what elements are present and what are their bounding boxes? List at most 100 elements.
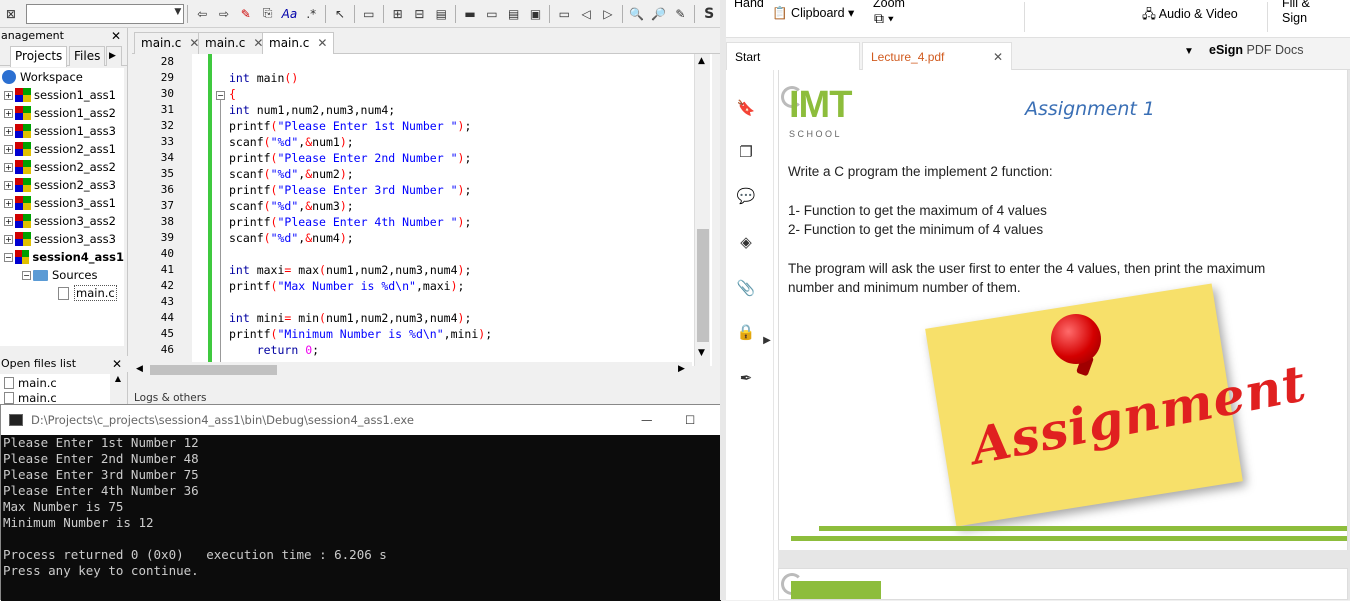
line4-icon[interactable]: ▣: [526, 4, 546, 24]
expand-toggle-icon[interactable]: +: [4, 90, 13, 100]
code-line: return 0;: [256, 343, 320, 357]
tree-sources[interactable]: − Sources: [0, 266, 124, 284]
scroll-left-icon[interactable]: ◀: [136, 364, 143, 374]
code-editor[interactable]: 28 29 30 31 32 33 34 35 36 37 38 39 40 41 42 43 44 45 46 −…: [132, 54, 712, 366]
esign-label[interactable]: eSign PDF Docs: [1209, 43, 1303, 57]
maximize-button[interactable]: ☐: [685, 405, 695, 435]
scroll-down-icon[interactable]: ▼: [698, 348, 705, 358]
expand-toggle-icon[interactable]: +: [4, 216, 13, 226]
minimize-button[interactable]: —: [641, 405, 653, 435]
editor-vertical-scrollbar[interactable]: ▲ ▼: [694, 54, 710, 366]
replace-icon[interactable]: ⎘: [258, 4, 278, 24]
tree-project[interactable]: + session3_ass2: [0, 212, 124, 230]
tree-project[interactable]: + session2_ass3: [0, 176, 124, 194]
scroll-up-icon[interactable]: ▲: [698, 56, 705, 66]
bookmark-icon[interactable]: ▭: [554, 4, 574, 24]
attachment-icon[interactable]: 📎: [736, 278, 756, 298]
expand-toggle-icon[interactable]: +: [4, 234, 13, 244]
tab-scroll-right-icon[interactable]: ▶: [106, 46, 122, 66]
close-icon[interactable]: ✕: [112, 356, 122, 372]
line2-icon[interactable]: ▭: [482, 4, 502, 24]
line-number: 29: [160, 71, 174, 84]
edit-icon[interactable]: ✎: [670, 4, 690, 24]
expand-toggle-icon[interactable]: +: [4, 108, 13, 118]
font-icon[interactable]: Aa: [280, 4, 300, 24]
lock-icon[interactable]: 🔒: [736, 322, 756, 342]
tab-projects[interactable]: Projects: [10, 46, 68, 67]
editor-horizontal-scrollbar[interactable]: ◀ ▶: [132, 362, 692, 378]
zoom-out-icon[interactable]: 🔎: [649, 4, 669, 24]
editor-tab[interactable]: main.c ✕: [198, 32, 271, 54]
close-icon[interactable]: ✕: [993, 43, 1003, 71]
project-icon: [15, 196, 31, 210]
open-files-scrollbar[interactable]: ▲: [111, 374, 125, 404]
sign-tool-icon[interactable]: ✒: [736, 368, 756, 388]
open-file-item[interactable]: main.c: [0, 392, 110, 404]
tab-lecture-pdf[interactable]: Lecture_4.pdf ✕: [862, 42, 1012, 70]
audio-video-button[interactable]: 🖧 Audio & Video: [1142, 5, 1238, 26]
back-icon[interactable]: ⇦: [192, 4, 212, 24]
tree-project[interactable]: + session1_ass1: [0, 86, 124, 104]
line3-icon[interactable]: ▤: [504, 4, 524, 24]
chevron-down-icon[interactable]: ▼: [174, 7, 181, 17]
file-icon: [58, 286, 69, 300]
tree-project[interactable]: + session3_ass3: [0, 230, 124, 248]
tree-project[interactable]: − session4_ass1: [0, 248, 124, 266]
next-bookmark-icon[interactable]: ▷: [598, 4, 618, 24]
tree-file[interactable]: main.c: [0, 284, 124, 302]
expand-toggle-icon[interactable]: +: [4, 126, 13, 136]
fill-sign-button[interactable]: Fill & Sign: [1282, 0, 1310, 26]
layers-icon[interactable]: ◈: [736, 232, 756, 252]
block-icon[interactable]: ▭: [359, 4, 379, 24]
scrollbar-thumb[interactable]: [150, 365, 277, 375]
jump-icon[interactable]: ⊠: [1, 4, 21, 24]
expand-toggle-icon[interactable]: +: [4, 162, 13, 172]
editor-tab-active[interactable]: main.c ✕: [262, 32, 335, 54]
page-fit-icon[interactable]: ⧉ ▾: [874, 10, 894, 27]
console-window[interactable]: D:\Projects\c_projects\session4_ass1\bin…: [0, 404, 722, 601]
clipboard-button[interactable]: 📋 Clipboard ▾: [772, 5, 854, 21]
bold-s-icon[interactable]: S: [699, 4, 719, 24]
tab-start[interactable]: Start: [726, 42, 860, 70]
select-cursor-icon[interactable]: ↖: [330, 4, 350, 24]
file-label: main.c: [74, 285, 117, 301]
close-icon[interactable]: ✕: [111, 28, 121, 44]
tree-project[interactable]: + session1_ass3: [0, 122, 124, 140]
highlight-icon[interactable]: ✎: [236, 4, 256, 24]
tree-project[interactable]: + session2_ass1: [0, 140, 124, 158]
prev-bookmark-icon[interactable]: ◁: [576, 4, 596, 24]
grid2-icon[interactable]: ⊟: [410, 4, 430, 24]
regex-icon[interactable]: .*: [301, 4, 321, 24]
grid-icon[interactable]: ⊞: [388, 4, 408, 24]
tab-files[interactable]: Files: [69, 46, 106, 66]
expand-rail-icon[interactable]: ▶: [762, 330, 772, 350]
expand-toggle-icon[interactable]: +: [4, 180, 13, 190]
scrollbar-thumb[interactable]: [697, 229, 709, 342]
scroll-right-icon[interactable]: ▶: [678, 364, 685, 374]
open-file-item[interactable]: main.c: [0, 374, 110, 392]
comments-icon[interactable]: 💬: [736, 186, 756, 206]
editor-tab[interactable]: main.c ✕: [134, 32, 207, 54]
bookmark-icon[interactable]: 🔖: [736, 98, 756, 118]
zoom-in-icon[interactable]: 🔍: [627, 4, 647, 24]
expand-toggle-icon[interactable]: +: [4, 198, 13, 208]
tabs-dropdown-icon[interactable]: ▼: [1184, 46, 1194, 57]
fold-toggle-icon[interactable]: −: [216, 91, 225, 100]
pages-icon[interactable]: ❐: [736, 142, 756, 162]
tree-project[interactable]: + session1_ass2: [0, 104, 124, 122]
line1-icon[interactable]: ▬: [460, 4, 480, 24]
expand-toggle-icon[interactable]: −: [4, 252, 13, 262]
hand-tool[interactable]: Hand: [734, 0, 764, 10]
expand-toggle-icon[interactable]: +: [4, 144, 13, 154]
comment-icon[interactable]: ▤: [431, 4, 451, 24]
project-icon: [15, 106, 31, 120]
fill-sign-label: Fill &: [1282, 0, 1310, 10]
symbol-combo[interactable]: ▼: [25, 3, 185, 24]
close-icon[interactable]: ✕: [317, 36, 327, 50]
tree-workspace[interactable]: Workspace: [0, 68, 124, 86]
forward-icon[interactable]: ⇨: [214, 4, 234, 24]
tree-project[interactable]: + session3_ass1: [0, 194, 124, 212]
zoom-button[interactable]: Zoom: [873, 0, 905, 10]
tree-project[interactable]: + session2_ass2: [0, 158, 124, 176]
expand-toggle-icon[interactable]: −: [22, 270, 31, 280]
